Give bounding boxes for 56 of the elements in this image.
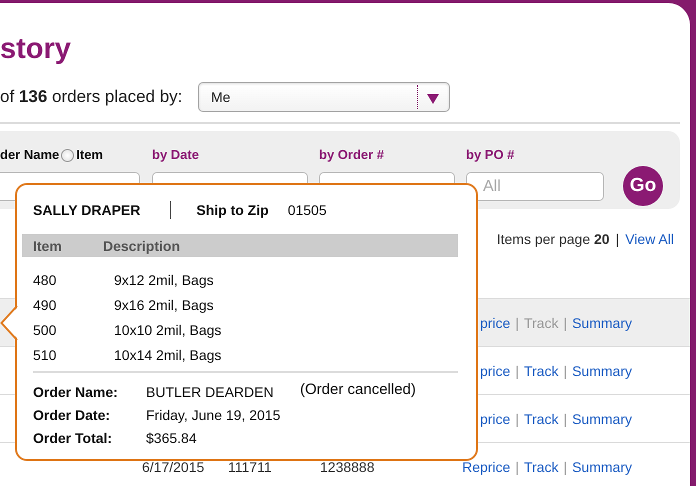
view-all-link[interactable]: View All	[625, 230, 674, 248]
item-number: 480	[33, 272, 58, 288]
item-option-label: Item	[76, 147, 103, 163]
separator-text: |	[515, 362, 519, 378]
separator-text: |	[515, 314, 519, 330]
summary-link[interactable]: Summary	[572, 458, 632, 474]
item-description: 10x14 2mil, Bags	[114, 346, 222, 362]
date-label: by Date	[152, 147, 199, 163]
detail-label: Order Date:	[33, 406, 112, 422]
item-description: 10x10 2mil, Bags	[114, 322, 222, 338]
zip-label: Ship to Zip	[196, 202, 269, 218]
item-number: 490	[33, 296, 58, 312]
customer-name: SALLY DRAPER	[33, 202, 140, 218]
column-header: Item	[32, 238, 63, 254]
separator-text: |	[563, 314, 568, 330]
page-title: story	[0, 32, 71, 66]
detail-label: Order Total:	[33, 430, 114, 446]
go-button[interactable]: Go	[623, 166, 663, 206]
item-description: 9x12 2mil, Bags	[114, 272, 214, 288]
detail-label: Order Name:	[33, 384, 119, 400]
item-radio[interactable]	[61, 148, 74, 162]
item-description: 9x16 2mil, Bags	[114, 296, 214, 312]
order-count-text: of 136 orders placed by:	[0, 87, 184, 107]
search-option-label: der Name	[0, 147, 60, 163]
reprice-link[interactable]: price	[480, 314, 510, 330]
detail-value: Friday, June 19, 2015	[146, 406, 282, 422]
separator-text: |	[616, 230, 620, 248]
separator-text: |	[515, 410, 519, 426]
separator-text: |	[563, 362, 568, 378]
column-header: Description	[103, 238, 180, 254]
item-number: 510	[33, 346, 58, 362]
item-number: 500	[33, 322, 58, 338]
summary-link[interactable]: Summary	[572, 410, 632, 426]
caret-icon	[427, 94, 439, 104]
summary-link[interactable]: Summary	[572, 362, 632, 378]
track-link[interactable]: Track	[524, 458, 558, 474]
status-note: (Order cancelled)	[300, 381, 416, 398]
track-link[interactable]: Track	[524, 362, 558, 378]
reprice-link[interactable]: price	[480, 410, 510, 426]
separator-text: |	[563, 458, 568, 474]
placed-by-dropdown[interactable]: Me	[198, 82, 450, 112]
po-number-label: by PO #	[466, 147, 514, 163]
items-per-page-text: Items per page 20	[496, 230, 610, 248]
summary-link[interactable]: Summary	[572, 314, 632, 330]
detail-value: $365.84	[146, 430, 198, 446]
reprice-link[interactable]: Reprice	[462, 458, 510, 474]
reprice-link[interactable]: price	[480, 362, 510, 378]
order-number-cell: 111711	[228, 458, 272, 474]
order-number-label: by Order #	[319, 147, 384, 163]
detail-value: BUTLER DEARDEN	[146, 384, 275, 400]
po-number-cell: 1238888	[320, 458, 375, 474]
track-link[interactable]: Track	[524, 410, 558, 426]
separator-text: |	[563, 410, 568, 426]
date-cell: 6/17/2015	[142, 458, 204, 474]
separator-text: |	[515, 458, 519, 474]
zip-value: 01505	[288, 202, 327, 218]
